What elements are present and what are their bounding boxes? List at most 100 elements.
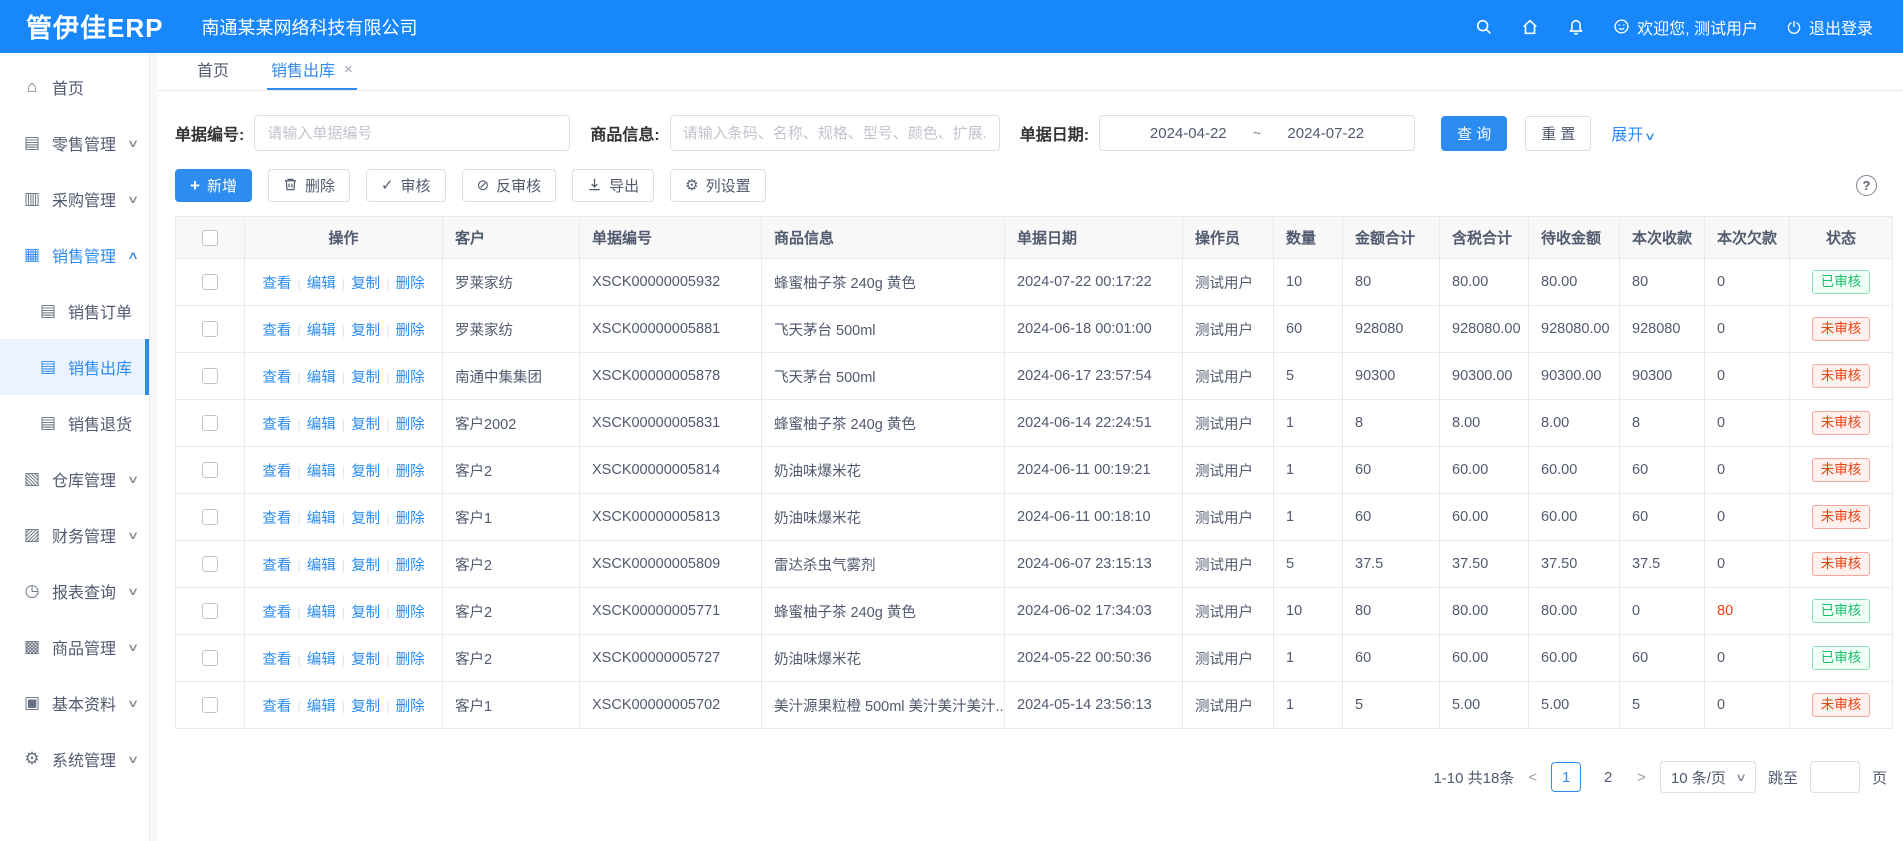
copy-link[interactable]: 复制 — [351, 699, 380, 715]
welcome-user[interactable]: 欢迎您, 测试用户 — [1613, 15, 1758, 39]
row-checkbox[interactable] — [202, 697, 218, 713]
status-badge: 未审核 — [1812, 552, 1871, 577]
sidebar-item-sales-outbound[interactable]: ▤销售出库 — [0, 339, 149, 395]
delete-link[interactable]: 删除 — [396, 558, 425, 574]
sidebar-item-finance[interactable]: ▨财务管理∨ — [0, 507, 149, 563]
sidebar-item-report[interactable]: ◷报表查询∨ — [0, 563, 149, 619]
view-link[interactable]: 查看 — [262, 558, 291, 574]
edit-link[interactable]: 编辑 — [307, 605, 336, 621]
copy-link[interactable]: 复制 — [351, 511, 380, 527]
copy-link[interactable]: 复制 — [351, 652, 380, 668]
row-checkbox[interactable] — [202, 274, 218, 290]
view-link[interactable]: 查看 — [262, 464, 291, 480]
prev-page-button[interactable]: < — [1526, 769, 1539, 786]
date-end-value[interactable]: 2024-07-22 — [1287, 125, 1364, 142]
view-link[interactable]: 查看 — [262, 276, 291, 292]
view-link[interactable]: 查看 — [262, 323, 291, 339]
page-size-select[interactable]: 10 条/页 ∨ — [1660, 761, 1756, 793]
row-checkbox[interactable] — [202, 462, 218, 478]
edit-link[interactable]: 编辑 — [307, 652, 336, 668]
delete-link[interactable]: 删除 — [396, 511, 425, 527]
date-range-picker[interactable]: 2024-04-22 ~ 2024-07-22 — [1099, 115, 1415, 151]
jump-page-input[interactable] — [1810, 761, 1860, 793]
delete-link[interactable]: 删除 — [396, 323, 425, 339]
copy-link[interactable]: 复制 — [351, 464, 380, 480]
tab-home[interactable]: 首页 — [193, 57, 233, 90]
sidebar-item-basedata[interactable]: ▣基本资料∨ — [0, 675, 149, 731]
sidebar-scrollbar[interactable] — [150, 53, 157, 841]
delete-link[interactable]: 删除 — [396, 652, 425, 668]
unaudit-button[interactable]: ⊘ 反审核 — [462, 169, 557, 202]
add-button[interactable]: + 新增 — [175, 169, 252, 202]
delete-link[interactable]: 删除 — [396, 370, 425, 386]
reset-button[interactable]: 重 置 — [1525, 116, 1591, 151]
qty-cell: 1 — [1274, 400, 1343, 447]
tab-sales-outbound[interactable]: 销售出库 × — [267, 57, 357, 90]
date-start-value[interactable]: 2024-04-22 — [1150, 125, 1227, 142]
audit-button[interactable]: ✓ 审核 — [366, 169, 446, 202]
edit-link[interactable]: 编辑 — [307, 417, 336, 433]
edit-link[interactable]: 编辑 — [307, 511, 336, 527]
sidebar-item-sales-order[interactable]: ▤销售订单 — [0, 283, 149, 339]
date-cell: 2024-06-18 00:01:00 — [1005, 306, 1183, 353]
product-input[interactable] — [670, 115, 1000, 151]
view-link[interactable]: 查看 — [262, 370, 291, 386]
home-icon[interactable] — [1521, 18, 1539, 36]
help-icon[interactable]: ? — [1856, 175, 1877, 196]
search-button[interactable]: 查 询 — [1441, 116, 1507, 151]
delete-link[interactable]: 删除 — [396, 417, 425, 433]
view-link[interactable]: 查看 — [262, 699, 291, 715]
view-link[interactable]: 查看 — [262, 605, 291, 621]
debt-cell: 0 — [1705, 635, 1790, 682]
row-checkbox[interactable] — [202, 321, 218, 337]
row-checkbox[interactable] — [202, 509, 218, 525]
sidebar-item-goods[interactable]: ▩商品管理∨ — [0, 619, 149, 675]
row-checkbox[interactable] — [202, 415, 218, 431]
copy-link[interactable]: 复制 — [351, 417, 380, 433]
delete-link[interactable]: 删除 — [396, 276, 425, 292]
edit-link[interactable]: 编辑 — [307, 370, 336, 386]
sidebar-item-retail[interactable]: ▤零售管理∨ — [0, 115, 149, 171]
date-label: 单据日期: — [1020, 121, 1089, 145]
copy-link[interactable]: 复制 — [351, 558, 380, 574]
next-page-button[interactable]: > — [1635, 769, 1648, 786]
select-all-checkbox[interactable] — [202, 230, 218, 246]
copy-link[interactable]: 复制 — [351, 276, 380, 292]
sidebar-item-sales-return[interactable]: ▤销售退货 — [0, 395, 149, 451]
edit-link[interactable]: 编辑 — [307, 699, 336, 715]
copy-link[interactable]: 复制 — [351, 370, 380, 386]
bill-no-input[interactable] — [254, 115, 570, 151]
delete-link[interactable]: 删除 — [396, 605, 425, 621]
bell-icon[interactable] — [1567, 18, 1585, 36]
sidebar-item-warehouse[interactable]: ▧仓库管理∨ — [0, 451, 149, 507]
edit-link[interactable]: 编辑 — [307, 558, 336, 574]
edit-link[interactable]: 编辑 — [307, 276, 336, 292]
copy-link[interactable]: 复制 — [351, 605, 380, 621]
link-divider: | — [342, 511, 345, 526]
view-link[interactable]: 查看 — [262, 652, 291, 668]
export-button[interactable]: 导出 — [572, 169, 654, 202]
search-icon[interactable] — [1475, 18, 1493, 36]
page-button-1[interactable]: 1 — [1551, 762, 1581, 792]
sidebar-item-sales[interactable]: ▦销售管理∧ — [0, 227, 149, 283]
delete-link[interactable]: 删除 — [396, 464, 425, 480]
view-link[interactable]: 查看 — [262, 417, 291, 433]
sidebar-item-system[interactable]: ⚙系统管理∨ — [0, 731, 149, 787]
edit-link[interactable]: 编辑 — [307, 464, 336, 480]
page-button-2[interactable]: 2 — [1593, 762, 1623, 792]
copy-link[interactable]: 复制 — [351, 323, 380, 339]
delete-button[interactable]: 删除 — [268, 169, 350, 202]
row-checkbox[interactable] — [202, 556, 218, 572]
tab-close-icon[interactable]: × — [344, 61, 353, 78]
column-settings-button[interactable]: ⚙ 列设置 — [670, 169, 765, 202]
expand-link[interactable]: 展开∨ — [1611, 121, 1654, 145]
sidebar-item-home[interactable]: ⌂首页 — [0, 59, 149, 115]
delete-link[interactable]: 删除 — [396, 699, 425, 715]
logout-button[interactable]: 退出登录 — [1786, 15, 1873, 39]
row-checkbox[interactable] — [202, 650, 218, 666]
edit-link[interactable]: 编辑 — [307, 323, 336, 339]
row-checkbox[interactable] — [202, 603, 218, 619]
row-checkbox[interactable] — [202, 368, 218, 384]
sidebar-item-purchase[interactable]: ▥采购管理∨ — [0, 171, 149, 227]
view-link[interactable]: 查看 — [262, 511, 291, 527]
